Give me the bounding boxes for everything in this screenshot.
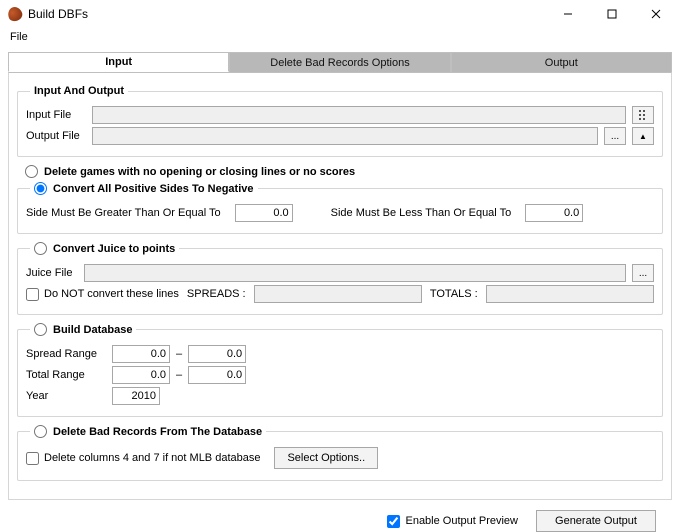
total-range-label: Total Range bbox=[26, 369, 106, 381]
input-panel: Input And Output Input File Output File … bbox=[8, 72, 672, 500]
spread-range-lo[interactable] bbox=[112, 345, 170, 363]
footer-bar: Enable Output Preview Generate Output bbox=[8, 500, 672, 532]
convert-negative-radio[interactable] bbox=[34, 182, 47, 195]
input-output-group: Input And Output Input File Output File … bbox=[17, 85, 663, 157]
input-file-field[interactable] bbox=[92, 106, 626, 124]
select-options-button[interactable]: Select Options.. bbox=[274, 447, 378, 469]
window-title: Build DBFs bbox=[28, 7, 88, 21]
totals-label: TOTALS : bbox=[430, 288, 478, 300]
delete-columns-checkbox[interactable] bbox=[26, 452, 39, 465]
dash-2: – bbox=[176, 369, 182, 381]
input-file-browse-button[interactable] bbox=[632, 106, 654, 124]
tab-strip: Input Delete Bad Records Options Output bbox=[8, 52, 672, 72]
maximize-button[interactable] bbox=[590, 0, 634, 28]
juice-file-field[interactable] bbox=[84, 264, 626, 282]
build-database-group: Build Database Spread Range – Total Rang… bbox=[17, 323, 663, 417]
output-file-label: Output File bbox=[26, 130, 86, 142]
side-le-label: Side Must Be Less Than Or Equal To bbox=[331, 207, 512, 219]
menu-bar: File bbox=[0, 28, 680, 46]
delete-bad-radio[interactable] bbox=[34, 425, 47, 438]
menu-file[interactable]: File bbox=[6, 29, 32, 45]
app-icon bbox=[6, 5, 24, 23]
delete-columns-label: Delete columns 4 and 7 if not MLB databa… bbox=[44, 452, 260, 464]
input-output-legend: Input And Output bbox=[30, 85, 128, 97]
juice-legend: Convert Juice to points bbox=[53, 243, 175, 255]
side-ge-field[interactable] bbox=[235, 204, 293, 222]
build-database-legend: Build Database bbox=[53, 324, 132, 336]
juice-file-browse-button[interactable]: ... bbox=[632, 264, 654, 282]
tab-output[interactable]: Output bbox=[451, 52, 672, 72]
dash-1: – bbox=[176, 348, 182, 360]
dont-convert-checkbox[interactable] bbox=[26, 288, 39, 301]
delete-bad-group: Delete Bad Records From The Database Del… bbox=[17, 425, 663, 481]
spreads-label: SPREADS : bbox=[187, 288, 246, 300]
year-field[interactable] bbox=[112, 387, 160, 405]
total-range-hi[interactable] bbox=[188, 366, 246, 384]
close-button[interactable] bbox=[634, 0, 678, 28]
output-file-field[interactable] bbox=[92, 127, 598, 145]
delete-bad-legend: Delete Bad Records From The Database bbox=[53, 426, 262, 438]
convert-negative-legend: Convert All Positive Sides To Negative bbox=[53, 183, 254, 195]
spreads-field[interactable] bbox=[254, 285, 422, 303]
grid-icon bbox=[639, 110, 647, 120]
spread-range-label: Spread Range bbox=[26, 348, 106, 360]
side-le-field[interactable] bbox=[525, 204, 583, 222]
totals-field[interactable] bbox=[486, 285, 654, 303]
juice-radio[interactable] bbox=[34, 242, 47, 255]
side-ge-label: Side Must Be Greater Than Or Equal To bbox=[26, 207, 221, 219]
juice-group: Convert Juice to points Juice File ... D… bbox=[17, 242, 663, 315]
title-bar: Build DBFs bbox=[0, 0, 680, 28]
dont-convert-label: Do NOT convert these lines bbox=[44, 288, 179, 300]
enable-preview-label: Enable Output Preview bbox=[405, 515, 518, 527]
delete-games-radio-row: Delete games with no opening or closing … bbox=[25, 165, 663, 178]
output-file-browse-button[interactable]: ... bbox=[604, 127, 626, 145]
tab-input[interactable]: Input bbox=[8, 52, 229, 72]
tab-delete-bad-options[interactable]: Delete Bad Records Options bbox=[229, 52, 450, 72]
output-file-up-button[interactable]: ▲ bbox=[632, 127, 654, 145]
spread-range-hi[interactable] bbox=[188, 345, 246, 363]
enable-preview-checkbox[interactable] bbox=[387, 515, 400, 528]
convert-negative-group: Convert All Positive Sides To Negative S… bbox=[17, 182, 663, 234]
delete-games-label: Delete games with no opening or closing … bbox=[44, 166, 355, 178]
minimize-button[interactable] bbox=[546, 0, 590, 28]
total-range-lo[interactable] bbox=[112, 366, 170, 384]
delete-games-radio[interactable] bbox=[25, 165, 38, 178]
build-database-radio[interactable] bbox=[34, 323, 47, 336]
year-label: Year bbox=[26, 390, 106, 402]
juice-file-label: Juice File bbox=[26, 267, 78, 279]
input-file-label: Input File bbox=[26, 109, 86, 121]
up-arrow-icon: ▲ bbox=[639, 132, 647, 141]
